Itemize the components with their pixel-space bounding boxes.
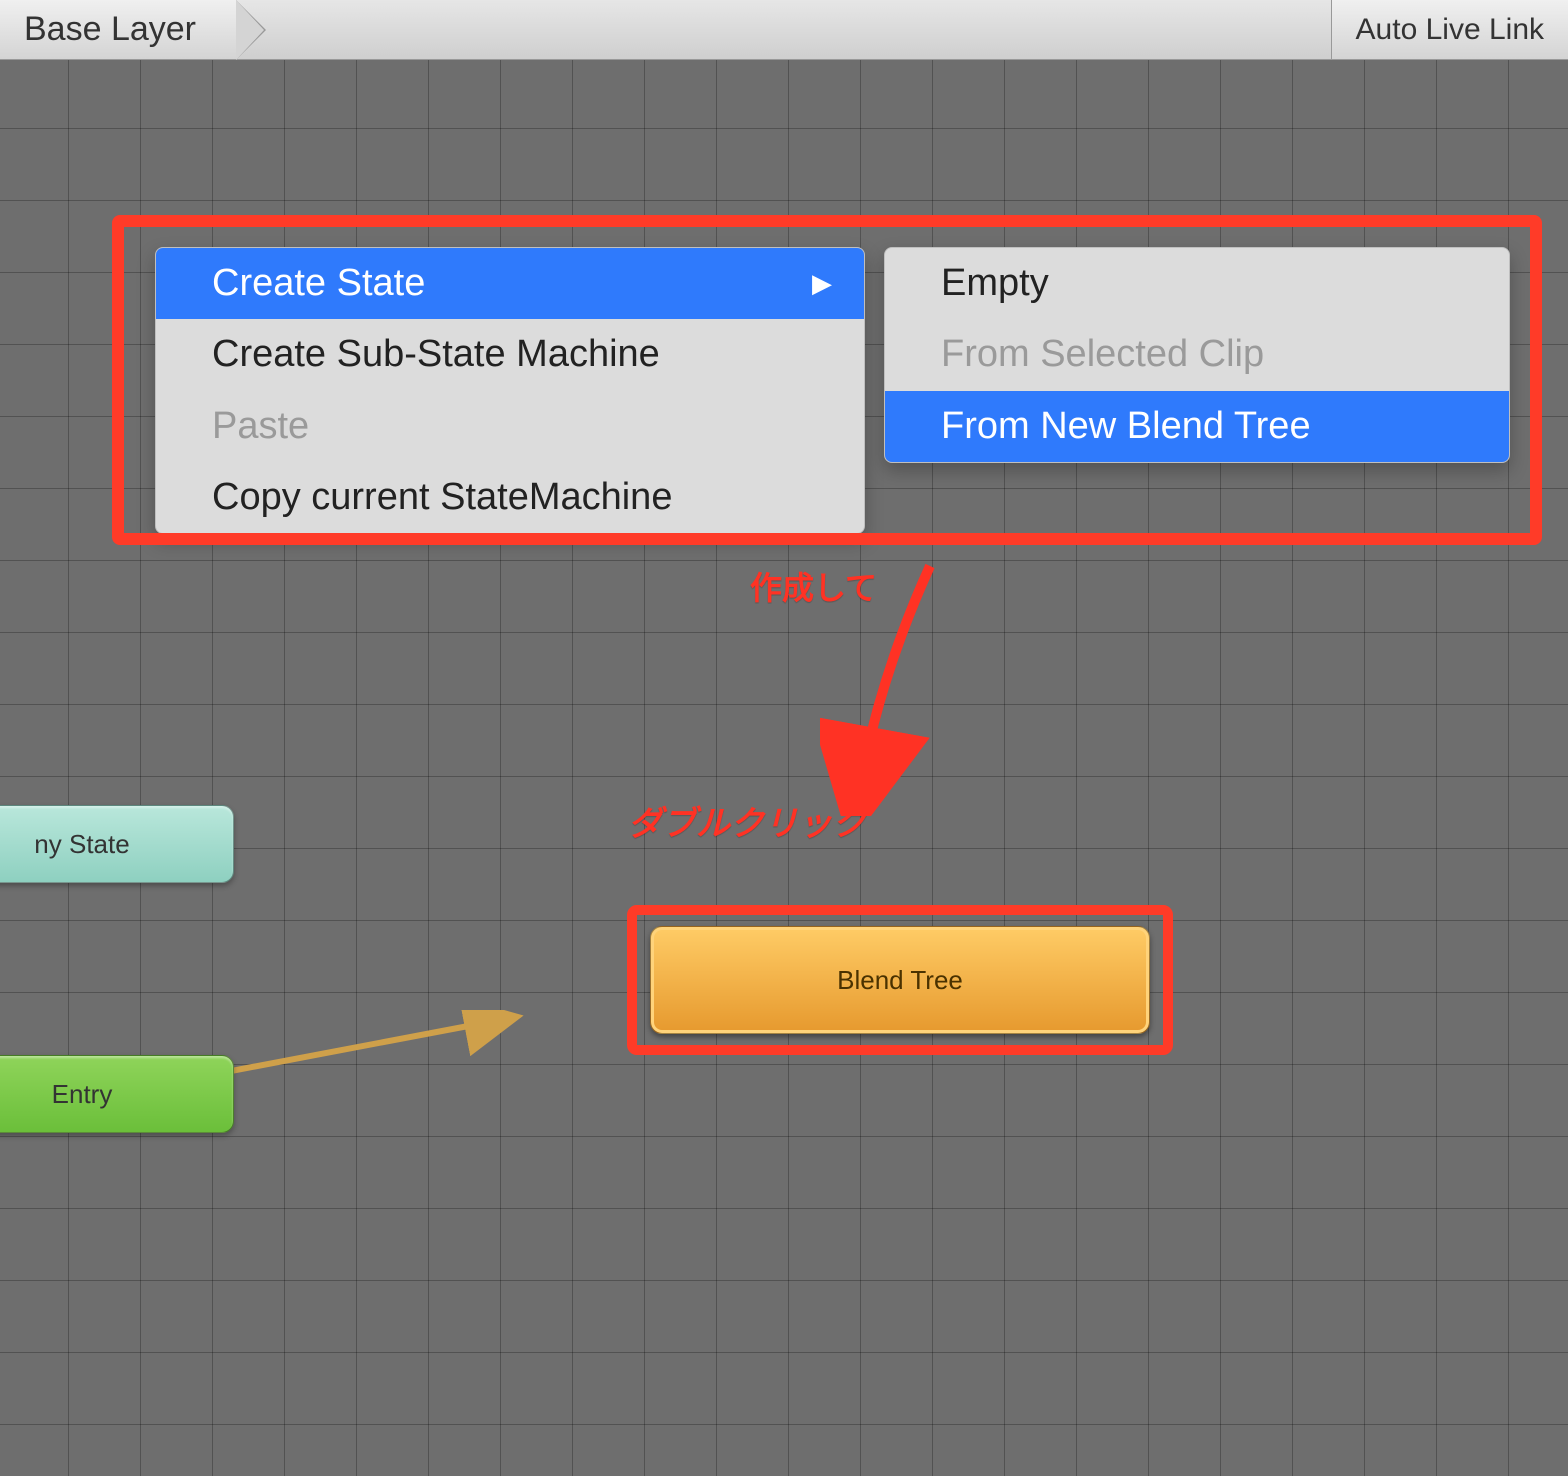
- auto-live-link-button[interactable]: Auto Live Link: [1331, 0, 1568, 59]
- menu-item-paste: Paste: [156, 391, 864, 462]
- menu-item-label: Paste: [212, 401, 309, 452]
- transition-arrow: [210, 1010, 650, 1080]
- annotation-create: 作成して: [750, 563, 877, 609]
- node-entry-label: Entry: [52, 1079, 113, 1110]
- annotation-double-click-label: ダブルクリック: [628, 805, 866, 843]
- submenu-item-from-selected-clip: From Selected Clip: [885, 319, 1509, 390]
- annotation-double-click: ダブルクリック: [628, 796, 866, 845]
- context-submenu: Empty From Selected Clip From New Blend …: [884, 247, 1510, 463]
- node-blend-tree[interactable]: Blend Tree: [650, 926, 1150, 1034]
- breadcrumb-label: Base Layer: [24, 10, 196, 49]
- submenu-item-empty[interactable]: Empty: [885, 248, 1509, 319]
- node-any-state-label: ny State: [34, 829, 129, 860]
- node-blend-tree-label: Blend Tree: [837, 965, 963, 996]
- context-menu: Create State ▶ Create Sub-State Machine …: [155, 247, 865, 534]
- auto-live-link-label: Auto Live Link: [1356, 13, 1544, 47]
- submenu-arrow-icon: ▶: [812, 266, 832, 301]
- menu-item-create-state[interactable]: Create State ▶: [156, 248, 864, 319]
- submenu-item-from-new-blend-tree[interactable]: From New Blend Tree: [885, 391, 1509, 462]
- menu-item-label: Copy current StateMachine: [212, 472, 672, 523]
- breadcrumb-base-layer[interactable]: Base Layer: [0, 0, 236, 59]
- node-entry[interactable]: Entry: [0, 1055, 234, 1133]
- submenu-item-label: From New Blend Tree: [941, 401, 1311, 452]
- menu-item-label: Create Sub-State Machine: [212, 329, 660, 380]
- menu-item-label: Create State: [212, 258, 425, 309]
- node-any-state[interactable]: ny State: [0, 805, 234, 883]
- submenu-item-label: From Selected Clip: [941, 329, 1264, 380]
- annotation-create-label: 作成して: [750, 570, 877, 606]
- submenu-item-label: Empty: [941, 258, 1049, 309]
- menu-item-copy-statemachine[interactable]: Copy current StateMachine: [156, 462, 864, 533]
- breadcrumb: Base Layer: [0, 0, 1331, 59]
- animator-toolbar: Base Layer Auto Live Link: [0, 0, 1568, 60]
- menu-item-create-substate[interactable]: Create Sub-State Machine: [156, 319, 864, 390]
